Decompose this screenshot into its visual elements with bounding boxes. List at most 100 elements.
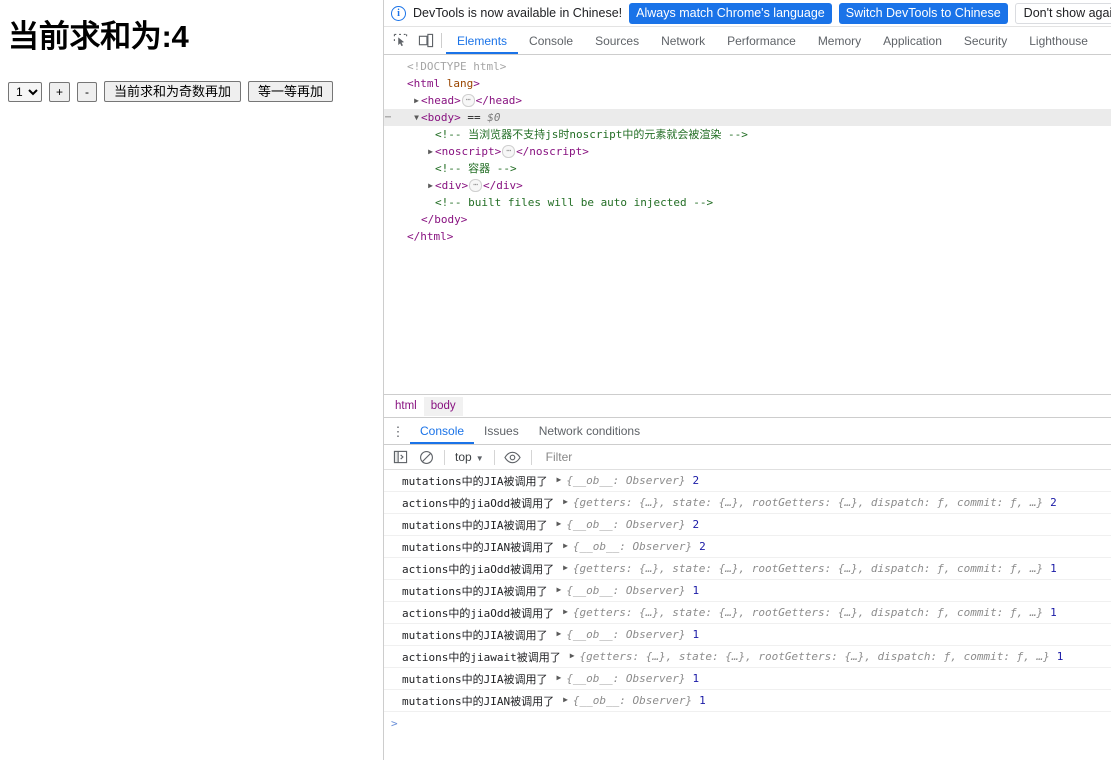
always-match-chrome-language-button[interactable]: Always match Chrome's language xyxy=(629,2,832,24)
dom-tree-node[interactable]: ▶ <div> ⋯ </div> xyxy=(384,177,1111,194)
add-after-wait-button[interactable]: 等一等再加 xyxy=(248,81,334,102)
tab-label: Sources xyxy=(595,33,640,48)
log-value: 1 xyxy=(1050,562,1057,575)
expand-children-badge[interactable]: ⋯ xyxy=(469,179,482,192)
switch-devtools-to-chinese-button[interactable]: Switch DevTools to Chinese xyxy=(838,2,1008,24)
drawer-tab-issues[interactable]: Issues xyxy=(474,418,529,444)
dom-tree-node[interactable]: <!DOCTYPE html> xyxy=(384,58,1111,75)
tab-elements[interactable]: Elements xyxy=(446,27,519,54)
expand-object-triangle-icon[interactable]: ▶ xyxy=(563,541,568,550)
tab-performance[interactable]: Performance xyxy=(716,27,807,54)
tab-label: Elements xyxy=(457,33,508,48)
inspect-element-icon[interactable] xyxy=(387,27,413,54)
console-log-row[interactable]: mutations中的JIA被调用了 ▶ {__ob__: Observer} 2 xyxy=(384,514,1111,536)
log-object-preview[interactable]: {__ob__: Observer} xyxy=(566,628,685,641)
expand-object-triangle-icon[interactable]: ▶ xyxy=(570,651,575,660)
expand-children-badge[interactable]: ⋯ xyxy=(461,94,475,107)
execution-context-selector[interactable]: top ▼ xyxy=(451,450,488,464)
expand-object-triangle-icon[interactable]: ▶ xyxy=(556,475,561,484)
clear-console-icon[interactable] xyxy=(414,445,438,469)
expand-object-triangle-icon[interactable]: ▶ xyxy=(556,629,561,638)
tab-memory[interactable]: Memory xyxy=(807,27,872,54)
log-object-preview[interactable]: {__ob__: Observer} xyxy=(566,584,685,597)
collapsed-triangle-icon[interactable]: ▶ xyxy=(426,177,435,194)
log-object-preview[interactable]: {__ob__: Observer} xyxy=(573,694,692,707)
dont-show-again-button[interactable]: Don't show again xyxy=(1014,2,1111,24)
dom-tree-node[interactable]: ▶ <noscript> ⋯ </noscript> xyxy=(384,143,1111,160)
tab-sources[interactable]: Sources xyxy=(584,27,650,54)
tab-label: Security xyxy=(963,33,1008,48)
log-object-preview[interactable]: {__ob__: Observer} xyxy=(566,672,685,685)
dom-tree-node[interactable]: <!-- built files will be auto injected -… xyxy=(384,194,1111,211)
tab-security[interactable]: Security xyxy=(953,27,1018,54)
dom-tree-node[interactable]: <html lang> xyxy=(384,75,1111,92)
console-sidebar-icon[interactable] xyxy=(388,445,412,469)
console-log-row[interactable]: mutations中的JIA被调用了 ▶ {__ob__: Observer} 1 xyxy=(384,580,1111,602)
dom-tree-node[interactable]: <!-- 当浏览器不支持js时noscript中的元素就会被渲染 --> xyxy=(384,126,1111,143)
expanded-triangle-icon[interactable]: ▼ xyxy=(412,109,421,126)
dom-token: <head> xyxy=(421,94,461,107)
device-toolbar-icon[interactable] xyxy=(413,27,439,54)
log-object-preview[interactable]: {getters: {…}, state: {…}, rootGetters: … xyxy=(580,650,1050,663)
tab-network[interactable]: Network xyxy=(650,27,716,54)
drawer-tab-console[interactable]: Console xyxy=(410,418,475,444)
add-if-odd-button[interactable]: 当前求和为奇数再加 xyxy=(104,81,242,102)
increment-amount-select[interactable]: 123 xyxy=(8,81,42,102)
log-object-preview[interactable]: {__ob__: Observer} xyxy=(573,540,692,553)
toolbar-divider xyxy=(441,33,442,48)
tab-console[interactable]: Console xyxy=(518,27,584,54)
console-log-row[interactable]: actions中的jiaOdd被调用了 ▶ {getters: {…}, state… xyxy=(384,492,1111,514)
log-message: mutations中的JIA被调用了 xyxy=(402,584,548,598)
console-log-row[interactable]: mutations中的JIAN被调用了 ▶ {__ob__: Observer} 2 xyxy=(384,536,1111,558)
console-log-list[interactable]: mutations中的JIA被调用了 ▶ {__ob__: Observer} 2 ac… xyxy=(384,470,1111,760)
console-log-row[interactable]: mutations中的JIAN被调用了 ▶ {__ob__: Observer} 1 xyxy=(384,690,1111,712)
console-log-row[interactable]: mutations中的JIA被调用了 ▶ {__ob__: Observer} 1 xyxy=(384,668,1111,690)
breadcrumb-item-html[interactable]: html xyxy=(388,397,424,416)
console-log-row[interactable]: mutations中的JIA被调用了 ▶ {__ob__: Observer} 2 xyxy=(384,470,1111,492)
console-toolbar-divider-3 xyxy=(530,449,532,465)
log-message: actions中的jiaOdd被调用了 xyxy=(402,562,555,576)
dom-token: </html> xyxy=(407,230,454,243)
expand-object-triangle-icon[interactable]: ▶ xyxy=(563,695,568,704)
dom-tree-node[interactable]: ⋯ ▼ <body> == $0 xyxy=(384,109,1111,126)
breadcrumb-item-body[interactable]: body xyxy=(423,396,463,416)
expand-object-triangle-icon[interactable]: ▶ xyxy=(556,585,561,594)
log-value: 2 xyxy=(1050,496,1057,509)
tab-application[interactable]: Application xyxy=(872,27,953,54)
node-more-icon[interactable]: ⋯ xyxy=(385,109,391,126)
log-object-preview[interactable]: {getters: {…}, state: {…}, rootGetters: … xyxy=(573,562,1043,575)
collapsed-triangle-icon[interactable]: ▶ xyxy=(412,92,421,109)
console-log-row[interactable]: actions中的jiawait被调用了 ▶ {getters: {…}, stat… xyxy=(384,646,1111,668)
console-filter-input[interactable] xyxy=(543,445,1111,469)
expand-object-triangle-icon[interactable]: ▶ xyxy=(563,607,568,616)
console-log-row[interactable]: actions中的jiaOdd被调用了 ▶ {getters: {…}, state… xyxy=(384,602,1111,624)
elements-dom-tree[interactable]: <!DOCTYPE html> <html lang> ▶ <head> ⋯ </head… xyxy=(384,56,1111,393)
dom-tree-node[interactable]: </html> xyxy=(384,228,1111,245)
drawer-tab-network-conditions[interactable]: Network conditions xyxy=(529,418,650,444)
tab-label: Console xyxy=(529,33,574,48)
live-expression-icon[interactable] xyxy=(501,445,525,469)
log-object-preview[interactable]: {__ob__: Observer} xyxy=(566,474,685,487)
dom-tree-node[interactable]: </body> xyxy=(384,211,1111,228)
dom-tree-node[interactable]: <!-- 容器 --> xyxy=(384,160,1111,177)
collapsed-triangle-icon[interactable]: ▶ xyxy=(426,143,435,160)
decrement-button[interactable]: - xyxy=(77,81,98,102)
dom-tree-node[interactable]: ▶ <head> ⋯ </head> xyxy=(384,92,1111,109)
expand-object-triangle-icon[interactable]: ▶ xyxy=(563,563,568,572)
console-prompt-row[interactable]: > xyxy=(384,712,1111,734)
expand-children-badge[interactable]: ⋯ xyxy=(502,145,516,158)
log-object-preview[interactable]: {getters: {…}, state: {…}, rootGetters: … xyxy=(573,606,1043,619)
log-object-preview[interactable]: {getters: {…}, state: {…}, rootGetters: … xyxy=(573,496,1043,509)
expand-object-triangle-icon[interactable]: ▶ xyxy=(556,519,561,528)
infobar-message: DevTools is now available in Chinese! xyxy=(413,6,623,20)
tab-lighthouse[interactable]: Lighthouse xyxy=(1018,27,1099,54)
expand-object-triangle-icon[interactable]: ▶ xyxy=(563,497,568,506)
console-log-row[interactable]: actions中的jiaOdd被调用了 ▶ {getters: {…}, state… xyxy=(384,558,1111,580)
increment-button[interactable]: + xyxy=(49,81,71,102)
tab-label: Application xyxy=(883,33,942,48)
log-object-preview[interactable]: {__ob__: Observer} xyxy=(566,518,685,531)
screen: 当前求和为:4 123 + - 当前求和为奇数再加 等一等再加 i DevToo… xyxy=(0,0,1111,760)
expand-object-triangle-icon[interactable]: ▶ xyxy=(556,673,561,682)
more-tools-icon[interactable]: ⋮ xyxy=(386,418,410,444)
console-log-row[interactable]: mutations中的JIA被调用了 ▶ {__ob__: Observer} 1 xyxy=(384,624,1111,646)
